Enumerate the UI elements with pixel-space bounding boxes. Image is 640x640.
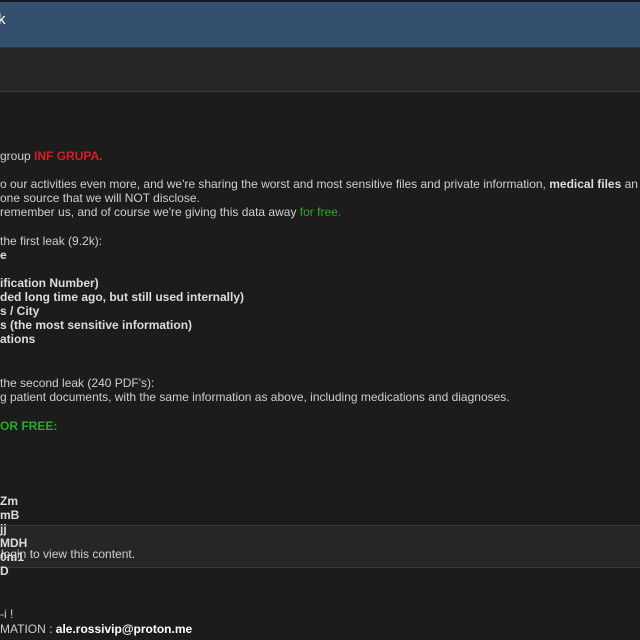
paragraph-line: remember us, and of course we're giving … [0,205,341,219]
first-leak-heading: the first leak (9.2k): [0,234,103,248]
code-line: 0m1 [0,550,25,564]
intro-text: group [0,149,35,163]
first-leak-item: s / City [0,304,40,318]
paragraph-text: remember us, and of course we're giving … [0,205,300,219]
for-free-text: for free. [299,205,342,219]
code-line: jj [0,522,7,536]
thread-toolbar [0,48,640,92]
signoff: -i ! [0,607,14,621]
paragraph-line: o our activities even more, and we're sh… [0,177,638,191]
first-leak-item: e [0,248,7,262]
first-leak-item: ations [0,332,36,346]
contact-line: MATION : ale.rossivip@proton.me [0,622,192,636]
code-line: D [0,564,9,578]
code-line: MDH [0,536,28,550]
contact-email[interactable]: ale.rossivip@proton.me [56,622,192,636]
intro-line: group INF GRUPA. [0,149,102,163]
paragraph-line: one source that we will NOT disclose. [0,191,200,205]
paragraph-text-tail: an [621,177,638,191]
code-line: mB [0,508,20,522]
medical-files-text: medical files [549,177,622,191]
thread-title-bar: k [0,0,640,48]
hidden-content-box[interactable]: login to view this content. [0,525,640,568]
code-line: Zm [0,494,18,508]
group-name: INF GRUPA. [34,149,103,163]
paragraph-text: o our activities even more, and we're sh… [0,177,550,191]
second-leak-description: g patient documents, with the same infor… [0,390,510,404]
post-body: group INF GRUPA. o our activities even m… [0,92,640,640]
second-leak-heading: the second leak (240 PDF's): [0,376,155,390]
contact-label: MATION : [0,622,56,636]
first-leak-item: ification Number) [0,276,99,290]
page: k group INF GRUPA. o our activities even… [0,0,640,640]
first-leak-item: s (the most sensitive information) [0,318,193,332]
first-leak-item: ded long time ago, but still used intern… [0,290,245,304]
thread-title: k [0,11,6,28]
free-label: OR FREE: [0,419,58,433]
